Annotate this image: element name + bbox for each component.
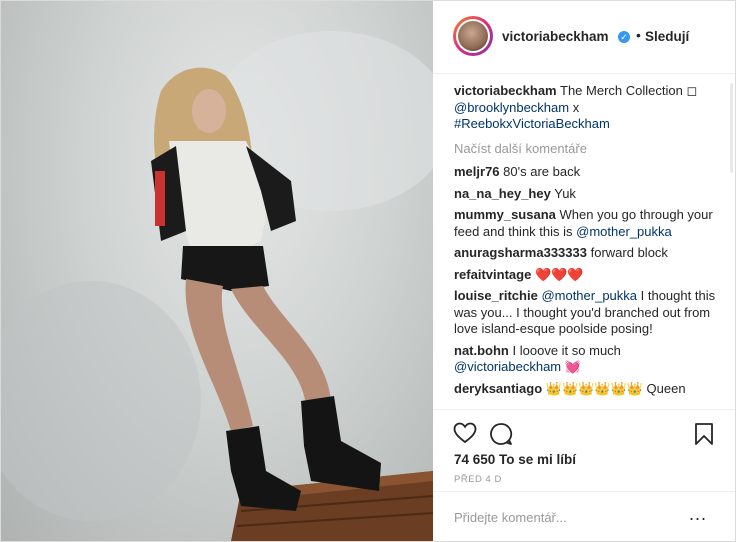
add-comment-input[interactable]: Přidejte komentář... xyxy=(454,510,567,525)
comment: nat.bohn I looove it so much @victoriabe… xyxy=(454,343,716,376)
caption-text: The Merch Collection ◻ xyxy=(560,83,698,98)
comment: refaitvintage ❤️❤️❤️ xyxy=(454,267,716,284)
post-photo[interactable] xyxy=(1,1,433,541)
photo-illustration xyxy=(1,31,433,541)
verified-badge-icon: ✓ xyxy=(618,31,630,43)
comments-list: victoriabeckham The Merch Collection ◻ @… xyxy=(454,83,716,409)
caption-hashtag[interactable]: #ReebokxVictoriaBeckham xyxy=(454,116,610,131)
comment-text: ❤️❤️❤️ xyxy=(534,266,584,282)
comment-emoji: 💓 xyxy=(564,359,581,374)
comment-username[interactable]: meljr76 xyxy=(454,164,500,179)
action-bar xyxy=(433,409,735,456)
comment: deryksantiago 👑👑👑👑👑👑 Queen xyxy=(454,381,716,398)
add-comment-bar: Přidejte komentář... ... xyxy=(433,491,735,542)
comment-username[interactable]: louise_ritchie xyxy=(454,288,538,303)
comment-username[interactable]: nat.bohn xyxy=(454,343,509,358)
caption: victoriabeckham The Merch Collection ◻ @… xyxy=(454,83,716,133)
comment-username[interactable]: deryksantiago xyxy=(454,381,542,396)
header-username[interactable]: victoriabeckham xyxy=(502,29,609,44)
comment-icon[interactable] xyxy=(489,422,513,446)
caption-mention[interactable]: @brooklynbeckham xyxy=(454,100,569,115)
comment: mummy_susana When you go through your fe… xyxy=(454,207,716,240)
separator-dot: • xyxy=(636,27,641,43)
comment-username[interactable]: na_na_hey_hey xyxy=(454,186,551,201)
caption-join: x xyxy=(572,99,580,115)
comment-username[interactable]: anuragsharma333333 xyxy=(454,245,587,260)
comment: meljr76 80's are back xyxy=(454,164,716,181)
caption-username[interactable]: victoriabeckham xyxy=(454,83,557,98)
comment: na_na_hey_hey Yuk xyxy=(454,186,716,203)
comment-mention[interactable]: @mother_pukka xyxy=(576,224,672,239)
more-options-icon[interactable]: ... xyxy=(689,504,707,525)
post-side-panel: victoriabeckham ✓ • Sledují victoriabeck… xyxy=(433,1,735,541)
load-more-comments-button[interactable]: Načíst další komentáře xyxy=(454,141,716,158)
comment-text: I looove it so much xyxy=(512,342,621,358)
comment-text: 80's are back xyxy=(503,164,581,179)
comment-username[interactable]: refaitvintage xyxy=(454,267,531,282)
bookmark-icon[interactable] xyxy=(694,422,714,446)
heart-icon[interactable] xyxy=(453,422,477,444)
comment-mention[interactable]: @mother_pukka xyxy=(541,288,637,303)
follow-button[interactable]: Sledují xyxy=(645,29,689,44)
likes-count[interactable]: 74 650 To se mi líbí xyxy=(454,452,576,467)
comment-text: Yuk xyxy=(554,185,576,201)
comment-text: 👑👑👑👑👑👑 Queen xyxy=(545,380,686,396)
post-frame: victoriabeckham ✓ • Sledují victoriabeck… xyxy=(0,0,736,542)
comment-mention[interactable]: @victoriabeckham xyxy=(454,359,561,374)
avatar[interactable] xyxy=(453,16,493,56)
post-header: victoriabeckham ✓ • Sledují xyxy=(433,1,735,74)
comments-scrollbar[interactable] xyxy=(730,83,733,173)
post-timestamp[interactable]: PŘED 4 D xyxy=(454,474,502,485)
comment: anuragsharma333333 forward block xyxy=(454,245,716,262)
comment: louise_ritchie @mother_pukka I thought t… xyxy=(454,288,716,338)
comment-username[interactable]: mummy_susana xyxy=(454,207,556,222)
comment-text: forward block xyxy=(590,245,668,260)
